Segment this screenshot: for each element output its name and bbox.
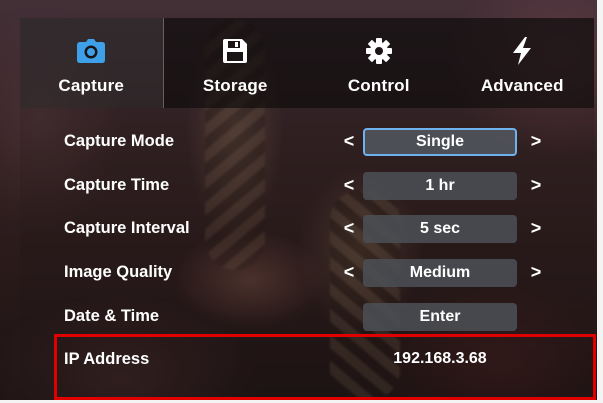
capture-interval-value[interactable]: 5 sec [363,215,517,243]
setting-row-capture-interval: Capture Interval < 5 sec > [64,215,564,245]
tab-control-label: Control [347,76,410,95]
capture-time-label: Capture Time [64,176,170,194]
capture-interval-prev-button[interactable]: < [342,218,356,239]
floppy-disk-icon [220,36,250,66]
tab-capture-label: Capture [58,76,125,95]
image-quality-value[interactable]: Medium [363,259,517,287]
date-time-label: Date & Time [64,307,160,325]
tab-advanced[interactable]: Advanced [450,18,594,108]
image-quality-label: Image Quality [64,263,173,281]
tab-storage-label: Storage [202,76,268,95]
lightning-bolt-icon [507,36,537,66]
capture-time-value[interactable]: 1 hr [363,172,517,200]
capture-mode-prev-button[interactable]: < [342,131,356,152]
date-time-enter-button[interactable]: Enter [363,303,517,331]
setting-row-capture-mode: Capture Mode < Single > [64,128,564,158]
capture-interval-next-button[interactable]: > [529,218,543,239]
capture-time-next-button[interactable]: > [529,175,543,196]
capture-mode-label: Capture Mode [64,132,175,150]
setting-row-image-quality: Image Quality < Medium > [64,259,564,289]
image-quality-next-button[interactable]: > [529,262,543,283]
tab-capture[interactable]: Capture [20,18,164,108]
gear-icon [364,36,394,66]
camera-icon [76,36,106,66]
capture-mode-next-button[interactable]: > [529,131,543,152]
tab-bar: Capture Storage Control Advanced [20,18,594,108]
image-quality-prev-button[interactable]: < [342,262,356,283]
tab-storage[interactable]: Storage [163,18,307,108]
setting-row-date-time: Date & Time Enter [64,303,564,333]
capture-mode-value[interactable]: Single [363,128,517,156]
tab-control[interactable]: Control [307,18,451,108]
capture-time-prev-button[interactable]: < [342,175,356,196]
capture-interval-label: Capture Interval [64,219,190,237]
ip-address-highlight-box [54,334,596,400]
setting-row-capture-time: Capture Time < 1 hr > [64,172,564,202]
tab-advanced-label: Advanced [480,76,564,95]
